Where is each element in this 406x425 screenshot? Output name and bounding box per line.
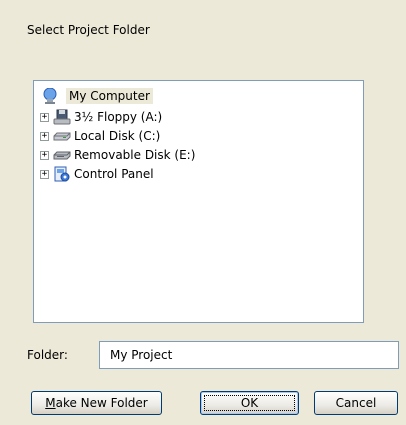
expand-icon[interactable]: +	[40, 169, 49, 179]
tree-item-removable-disk[interactable]: + Removable Disk (E:)	[40, 147, 195, 163]
cancel-button[interactable]: Cancel	[314, 391, 398, 415]
floppy-drive-icon	[53, 109, 71, 125]
expand-icon[interactable]: +	[40, 112, 49, 122]
tree-item-label: Control Panel	[74, 167, 154, 181]
tree-item-label: Local Disk (C:)	[74, 129, 161, 143]
removable-disk-icon	[53, 147, 71, 163]
control-panel-icon	[53, 166, 71, 182]
folder-label: Folder:	[27, 348, 68, 362]
tree-item-label: 3½ Floppy (A:)	[74, 110, 163, 124]
folder-tree[interactable]: My Computer + 3½ Floppy (A:) + Local Dis…	[33, 80, 364, 323]
make-new-folder-button[interactable]: Make New Folder	[31, 391, 162, 415]
expand-icon[interactable]: +	[40, 150, 49, 160]
tree-item-floppy[interactable]: + 3½ Floppy (A:)	[40, 109, 162, 125]
tree-item-control-panel[interactable]: + Control Panel	[40, 166, 154, 182]
tree-item-my-computer[interactable]: My Computer	[42, 87, 153, 105]
make-new-folder-mnemonic: M	[45, 396, 56, 410]
instructions-text: Select Project Folder	[27, 23, 150, 37]
ok-button[interactable]: OK	[200, 391, 299, 415]
folder-name-input[interactable]	[99, 341, 399, 369]
tree-item-label: My Computer	[66, 88, 153, 104]
hard-disk-icon	[53, 128, 71, 144]
focus-ring	[204, 395, 295, 411]
tree-item-label: Removable Disk (E:)	[74, 148, 196, 162]
tree-item-local-disk[interactable]: + Local Disk (C:)	[40, 128, 160, 144]
make-new-folder-label: ake New Folder	[55, 396, 148, 410]
my-computer-icon	[42, 87, 60, 104]
expand-icon[interactable]: +	[40, 131, 49, 141]
cancel-label: Cancel	[335, 396, 377, 410]
